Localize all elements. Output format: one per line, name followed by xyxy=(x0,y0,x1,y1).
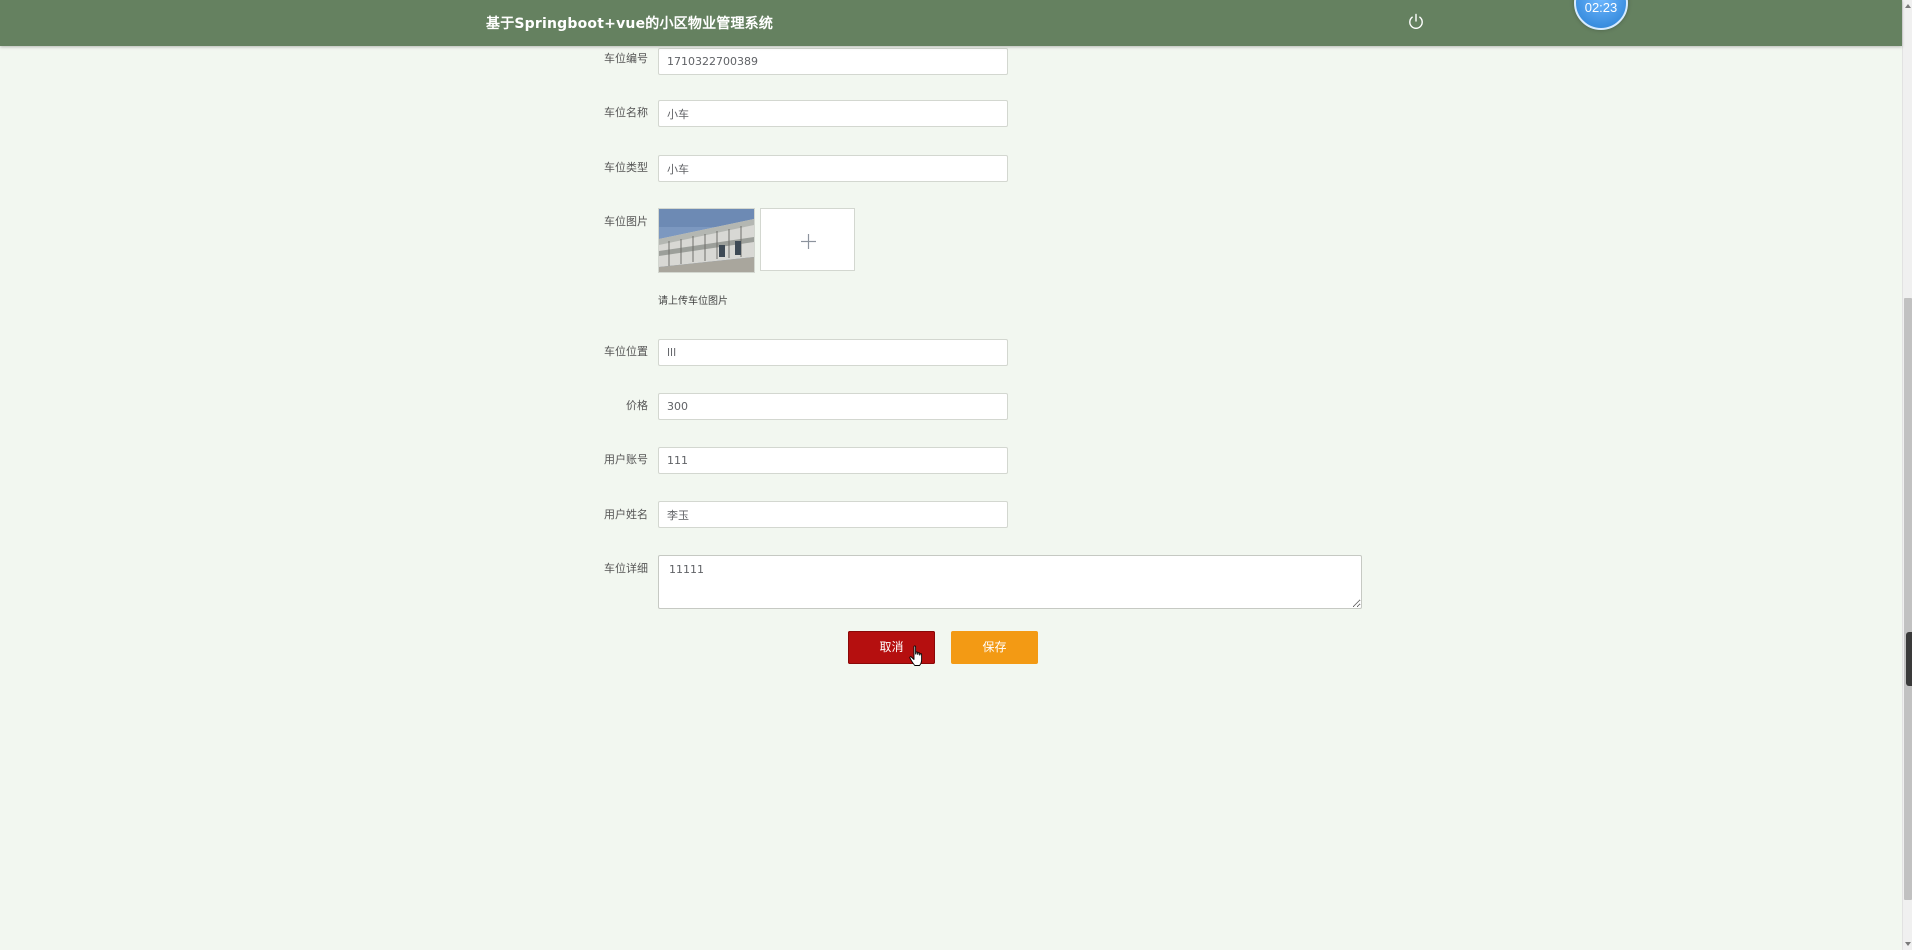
system-title: 基于Springboot+vue的小区物业管理系统 xyxy=(486,16,774,32)
form-row-parking-image: 车位图片 请上传车位图片 xyxy=(540,208,1440,308)
user-account-input[interactable] xyxy=(658,447,1008,474)
side-handle[interactable] xyxy=(1906,632,1912,686)
save-button[interactable]: 保存 xyxy=(951,631,1038,664)
parking-image-thumbnail[interactable] xyxy=(658,208,755,273)
user-name-input[interactable] xyxy=(658,501,1008,528)
price-label: 价格 xyxy=(626,399,648,412)
parking-name-label: 车位名称 xyxy=(604,106,648,119)
parking-type-label: 车位类型 xyxy=(604,161,648,174)
price-input[interactable] xyxy=(658,393,1008,420)
user-account-label: 用户账号 xyxy=(604,453,648,466)
vertical-scrollbar[interactable] xyxy=(1902,0,1912,950)
parking-detail-label: 车位详细 xyxy=(604,562,648,575)
hand-cursor-icon xyxy=(909,645,923,666)
parking-image-label: 车位图片 xyxy=(604,215,648,228)
parking-location-input[interactable] xyxy=(658,339,1008,366)
scroll-down-arrow-icon[interactable] xyxy=(1904,940,1912,948)
scroll-up-arrow-icon[interactable] xyxy=(1904,2,1912,10)
parking-no-label: 车位编号 xyxy=(604,52,648,65)
parking-type-input[interactable] xyxy=(658,155,1008,182)
parking-name-input[interactable] xyxy=(658,100,1008,127)
user-name-label: 用户姓名 xyxy=(604,508,648,521)
scrollbar-thumb[interactable] xyxy=(1904,298,1912,900)
clock-time: 02:23 xyxy=(1584,0,1618,15)
plus-icon xyxy=(801,234,816,249)
parking-location-label: 车位位置 xyxy=(604,345,648,358)
page: 基于Springboot+vue的小区物业管理系统 02:23 车位编号 车位名… xyxy=(0,0,1912,950)
parking-no-input[interactable] xyxy=(658,48,1008,75)
image-upload-button[interactable] xyxy=(760,208,855,271)
form-row-parking-detail: 车位详细 11111 xyxy=(540,555,1440,615)
power-icon[interactable] xyxy=(1406,12,1426,32)
upload-hint: 请上传车位图片 xyxy=(658,296,728,307)
parking-detail-textarea[interactable]: 11111 xyxy=(658,555,1362,609)
